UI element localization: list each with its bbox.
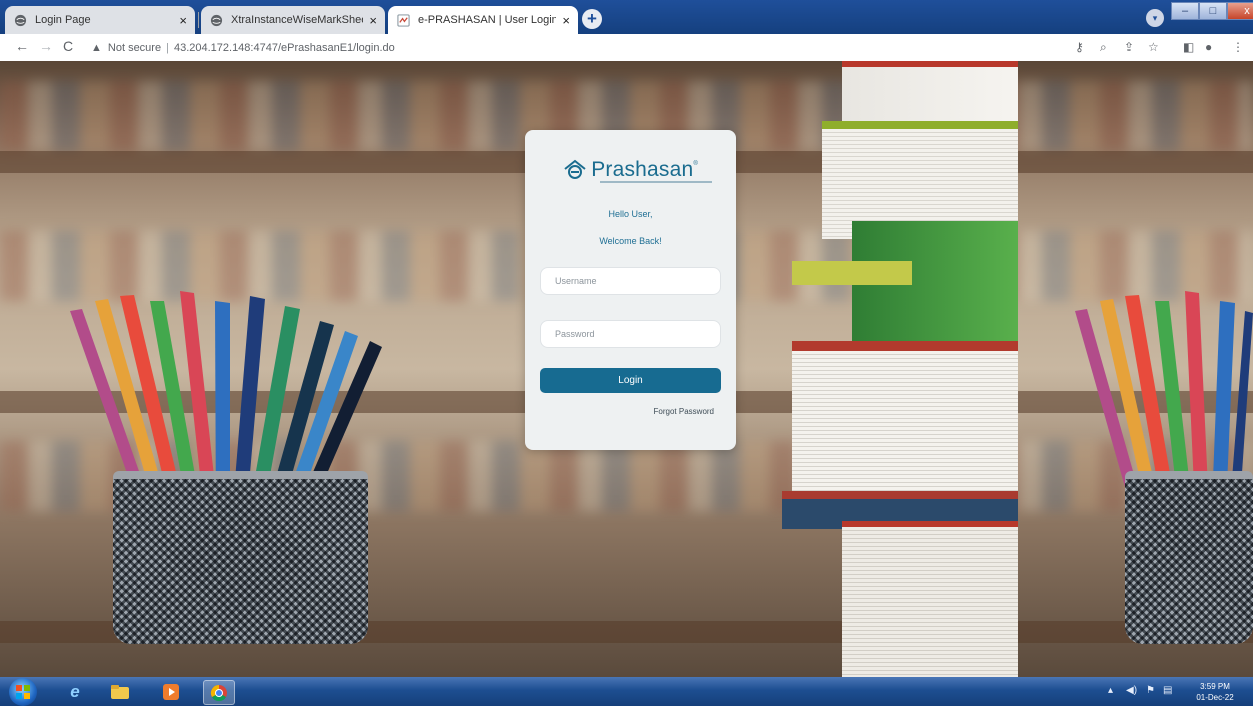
media-player-icon[interactable]: [158, 680, 184, 703]
login-card: Prashasan ® Hello User, Welcome Back! Lo…: [525, 130, 736, 450]
minimize-button[interactable]: –: [1171, 2, 1199, 20]
tab-divider: [198, 12, 199, 28]
eprashasan-favicon-icon: [396, 13, 410, 27]
greeting-text: Hello User,: [608, 209, 653, 219]
password-input[interactable]: [540, 320, 721, 348]
trademark-mark: ®: [693, 161, 698, 167]
eprashasan-logo-icon: [564, 159, 586, 179]
tab-eprashasan-login[interactable]: e-PRASHASAN | User Login ×: [388, 6, 578, 34]
warning-icon: ▲: [91, 41, 102, 54]
username-input[interactable]: [540, 267, 721, 295]
new-tab-button[interactable]: +: [582, 9, 602, 29]
reload-icon[interactable]: C: [63, 38, 73, 54]
taskbar-clock[interactable]: 3:59 PM 01-Dec-22: [1186, 681, 1244, 703]
windows-taskbar: e ▴ ◀) ⚑ ▤ 3:59 PM 01-Dec-22: [0, 677, 1253, 706]
tab-login-page[interactable]: Login Page ×: [5, 6, 195, 34]
volume-icon[interactable]: ◀): [1126, 685, 1137, 696]
book-stack-illustration: [782, 61, 1018, 677]
start-orb-icon[interactable]: [9, 678, 37, 706]
menu-icon[interactable]: ⋮: [1232, 40, 1244, 54]
forgot-password-link[interactable]: Forgot Password: [654, 407, 714, 416]
close-icon[interactable]: ×: [179, 13, 187, 28]
close-window-button[interactable]: x: [1227, 2, 1253, 20]
key-icon[interactable]: ⚷: [1075, 40, 1084, 54]
internet-explorer-icon[interactable]: e: [62, 680, 88, 703]
browser-toolbar: ← → C ▲ Not secure | 43.204.172.148:4747…: [0, 34, 1253, 62]
security-label: Not secure: [107, 41, 162, 54]
tab-title: XtraInstanceWiseMarkSheet (64: [231, 14, 364, 26]
prashasan-logo: Prashasan ®: [525, 158, 736, 182]
url-text: 43.204.172.148:4747/ePrashasanE1/login.d…: [173, 41, 395, 54]
pencil-cup: [1125, 471, 1253, 644]
tab-search-icon[interactable]: ▾: [1146, 9, 1164, 27]
divider: |: [166, 41, 169, 54]
profile-icon[interactable]: ●: [1205, 40, 1212, 54]
globe-icon: [13, 13, 27, 27]
close-icon[interactable]: ×: [369, 13, 377, 28]
share-icon[interactable]: ⇪: [1124, 40, 1134, 54]
clock-time: 3:59 PM: [1200, 682, 1230, 691]
pencil-cup: [113, 471, 368, 644]
brand-name: Prashasan: [591, 158, 694, 181]
clock-date: 01-Dec-22: [1196, 693, 1234, 702]
book: [842, 61, 1018, 127]
globe-icon: [209, 13, 223, 27]
close-icon[interactable]: ×: [562, 13, 570, 28]
window-controls: – □ x: [1171, 2, 1253, 20]
book: [792, 261, 912, 285]
address-bar[interactable]: ▲ Not secure | 43.204.172.148:4747/ePras…: [91, 37, 1066, 58]
tab-title: e-PRASHASAN | User Login: [418, 14, 557, 26]
forward-arrow-icon[interactable]: →: [39, 38, 53, 54]
zoom-icon[interactable]: ⌕: [1100, 40, 1107, 55]
star-icon[interactable]: ☆: [1148, 40, 1159, 54]
book: [792, 341, 1018, 501]
tray-expand-icon[interactable]: ▴: [1108, 685, 1113, 696]
file-explorer-icon[interactable]: [107, 680, 133, 703]
chrome-icon[interactable]: [203, 680, 235, 705]
tab-marksheet[interactable]: XtraInstanceWiseMarkSheet (64 ×: [201, 6, 385, 34]
network-icon[interactable]: ▤: [1163, 685, 1172, 696]
login-button[interactable]: Login: [540, 368, 721, 393]
tab-title: Login Page: [35, 14, 91, 26]
back-arrow-icon[interactable]: ←: [15, 38, 29, 54]
action-center-flag-icon[interactable]: ⚑: [1146, 685, 1155, 696]
book: [842, 521, 1018, 677]
maximize-button[interactable]: □: [1199, 2, 1227, 20]
welcome-text: Welcome Back!: [599, 236, 662, 246]
login-page-background: Prashasan ® Hello User, Welcome Back! Lo…: [0, 61, 1253, 677]
browser-tab-strip: Login Page × XtraInstanceWiseMarkSheet (…: [0, 0, 1253, 34]
sidebar-icon[interactable]: ◧: [1183, 40, 1194, 54]
logo-tagline-strip: [600, 181, 712, 183]
